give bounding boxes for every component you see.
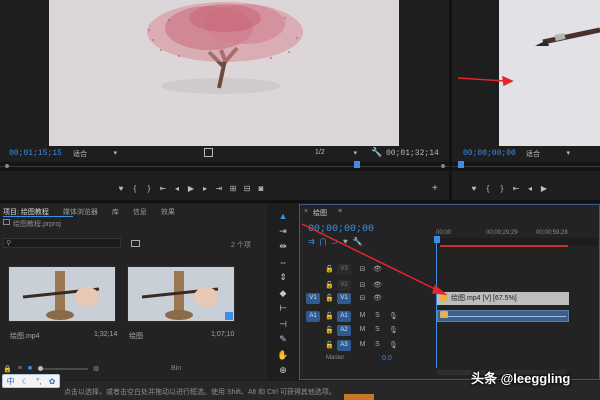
ime-toolbar[interactable]: 中 ☾ °, ✿: [2, 374, 60, 388]
status-text: 点击以选择，或者击空白处并拖动以进行框选。使用 Shift、Alt 和 Ctrl…: [64, 389, 336, 396]
punctuation-icon[interactable]: °,: [36, 377, 41, 386]
moon-icon[interactable]: ☾: [22, 377, 29, 386]
annotation-arrow-to-program: [457, 75, 514, 87]
annotation-arrow-to-clip: [301, 223, 448, 295]
skin-icon[interactable]: ✿: [49, 377, 56, 386]
ime-mode-label[interactable]: 中: [7, 376, 15, 387]
watermark: 头条 @leeggling: [471, 371, 571, 386]
annotation-arrows: [301, 75, 514, 295]
status-indicator: [344, 394, 374, 400]
